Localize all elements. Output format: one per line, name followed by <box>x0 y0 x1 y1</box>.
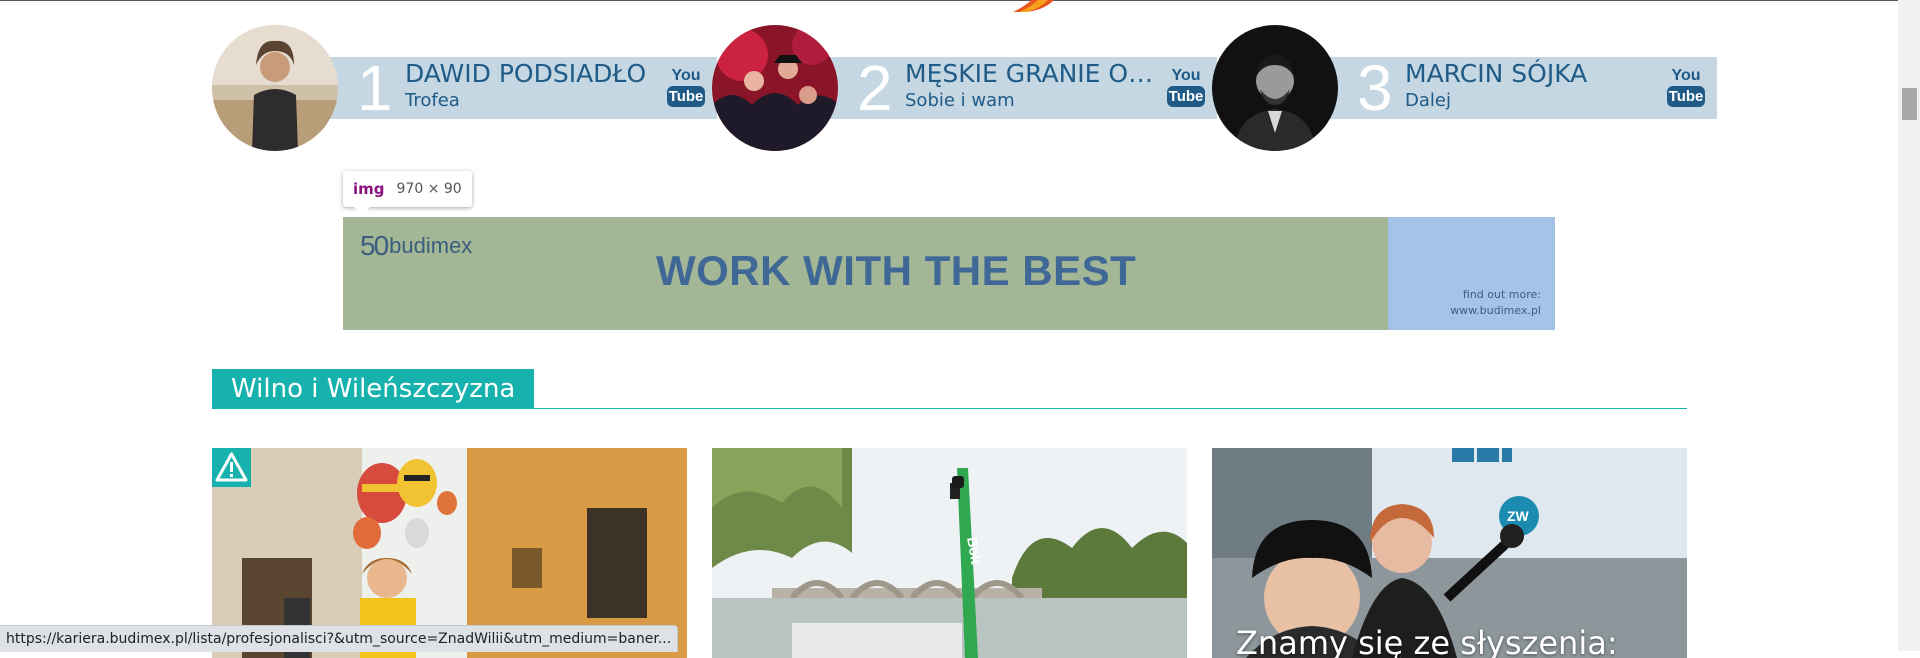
chart-artist[interactable]: MARCIN SÓJKA <box>1405 59 1665 88</box>
chart-song[interactable]: Sobie i wam <box>905 90 1015 111</box>
tooltip-dimensions: 970 × 90 <box>396 181 462 197</box>
artist-avatar <box>1212 25 1338 151</box>
chart-song[interactable]: Trofea <box>405 90 460 111</box>
budimex-logo: 50 budimex <box>360 230 473 261</box>
section-divider <box>212 408 1687 409</box>
warning-icon <box>215 452 248 482</box>
chart-rank: 3 <box>1357 52 1393 124</box>
news-card-3[interactable]: ZW Znamy się ze słyszenia: <box>1212 448 1687 658</box>
chart-song[interactable]: Dalej <box>1405 90 1451 111</box>
page-top-border <box>0 0 1898 1</box>
chart-artist[interactable]: MĘSKIE GRANIE OR... <box>905 59 1165 88</box>
banner-cta-text: find out more: www.budimex.pl <box>1450 288 1541 317</box>
tooltip-arrow <box>353 206 371 216</box>
chart-item-3[interactable]: 3 MARCIN SÓJKA Dalej You Tube <box>1212 25 1717 151</box>
chart-item-2[interactable]: 2 MĘSKIE GRANIE OR... Sobie i wam You Tu… <box>712 25 1217 151</box>
budimex-ad-banner[interactable]: 50 budimex WORK WITH THE BEST find out m… <box>343 217 1555 330</box>
scrollbar-thumb[interactable] <box>1902 88 1917 120</box>
youtube-icon[interactable]: You Tube <box>1167 67 1205 111</box>
chart-rank: 1 <box>357 52 393 124</box>
card-title[interactable]: Znamy się ze słyszenia: <box>1236 624 1618 658</box>
bolt-scooter-river-photo: Bolt <box>712 448 1187 658</box>
chart-artist[interactable]: DAWID PODSIADŁO <box>405 59 665 88</box>
tooltip-tag: img <box>353 180 385 198</box>
youtube-icon[interactable]: You Tube <box>1667 67 1705 111</box>
svg-text:ZW: ZW <box>1507 508 1530 524</box>
banner-headline: WORK WITH THE BEST <box>656 247 1137 294</box>
artist-avatar <box>212 25 338 151</box>
warning-badge <box>212 448 251 487</box>
news-card-2[interactable]: Bolt <box>712 448 1187 658</box>
artist-avatar <box>712 25 838 151</box>
chart-rank: 2 <box>857 52 893 124</box>
devtools-element-tooltip: img 970 × 90 <box>343 171 472 207</box>
youtube-icon[interactable]: You Tube <box>667 67 705 111</box>
site-logo-fragment <box>1013 0 1054 12</box>
chart-item-1[interactable]: 1 DAWID PODSIADŁO Trofea You Tube <box>212 25 717 151</box>
section-title[interactable]: Wilno i Wileńszczyzna <box>212 369 535 409</box>
browser-status-url: https://kariera.budimex.pl/lista/profesj… <box>0 625 679 652</box>
